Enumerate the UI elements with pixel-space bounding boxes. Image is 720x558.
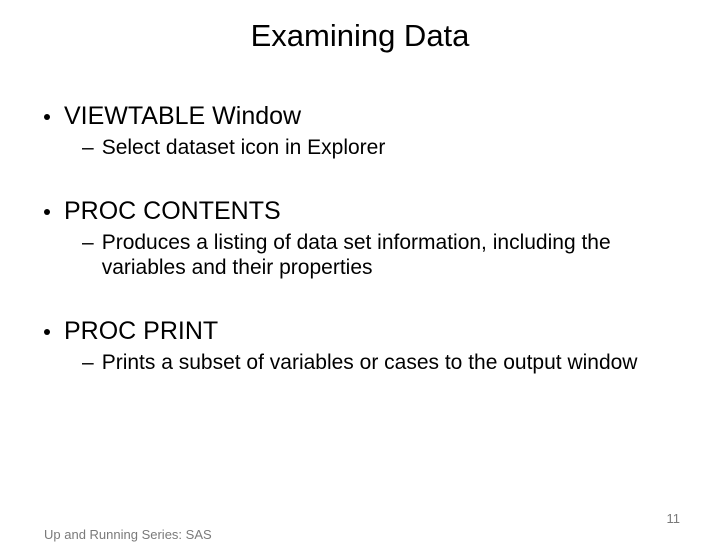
bullet-dash-icon: – xyxy=(82,230,94,256)
bullet-text: Select dataset icon in Explorer xyxy=(102,135,386,161)
bullet-level1: VIEWTABLE Window xyxy=(44,102,676,131)
page-number: 11 xyxy=(667,511,681,526)
bullet-text: PROC CONTENTS xyxy=(64,197,281,226)
slide: Examining Data VIEWTABLE Window – Select… xyxy=(0,18,720,558)
bullet-level1: PROC PRINT xyxy=(44,317,676,346)
bullet-level1: PROC CONTENTS xyxy=(44,197,676,226)
bullet-dot-icon xyxy=(44,329,50,335)
bullet-text: Produces a listing of data set informati… xyxy=(102,230,676,281)
bullet-level2: – Select dataset icon in Explorer xyxy=(82,135,676,161)
bullet-group: PROC PRINT – Prints a subset of variable… xyxy=(44,317,676,376)
slide-title: Examining Data xyxy=(0,18,720,54)
bullet-dot-icon xyxy=(44,209,50,215)
bullet-text: PROC PRINT xyxy=(64,317,218,346)
bullet-group: VIEWTABLE Window – Select dataset icon i… xyxy=(44,102,676,161)
bullet-dash-icon: – xyxy=(82,135,94,161)
bullet-dot-icon xyxy=(44,114,50,120)
slide-content: VIEWTABLE Window – Select dataset icon i… xyxy=(0,102,720,375)
bullet-group: PROC CONTENTS – Produces a listing of da… xyxy=(44,197,676,281)
bullet-dash-icon: – xyxy=(82,350,94,376)
bullet-text: VIEWTABLE Window xyxy=(64,102,301,131)
bullet-level2: – Prints a subset of variables or cases … xyxy=(82,350,676,376)
bullet-level2: – Produces a listing of data set informa… xyxy=(82,230,676,281)
bullet-text: Prints a subset of variables or cases to… xyxy=(102,350,638,376)
